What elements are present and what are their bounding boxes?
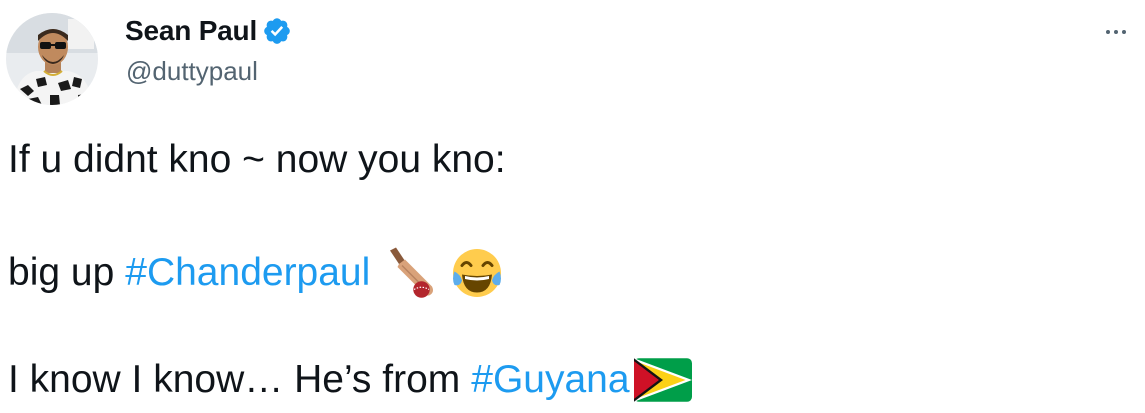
tweet-card: Sean Paul @duttypaul If u didnt kno ~ no… [0,0,1145,413]
tweet-text-line-1: If u didnt kno ~ now you kno: [8,136,506,184]
more-dot-icon [1122,30,1126,34]
more-dot-icon [1106,30,1110,34]
guyana-flag-icon [633,358,692,402]
tweet-text-line-3: I know I know… He’s from #Guyana [8,356,692,404]
hashtag-link[interactable]: #Guyana [471,356,629,404]
tweet-text: If u didnt kno ~ now you kno: [8,138,506,181]
laughing-tears-icon [453,249,502,297]
author-handle[interactable]: @duttypaul [126,56,258,87]
tweet-text: big up [8,251,115,294]
author-display-name[interactable]: Sean Paul [125,15,257,47]
more-dot-icon [1114,30,1118,34]
avatar-image [6,13,98,105]
tweet-text-line-2: big up #Chanderpaul [8,246,504,300]
tweet-text: I know I know… He’s from [8,358,461,401]
verified-badge-icon [264,18,290,44]
author-avatar[interactable] [6,13,98,105]
author-name-row: Sean Paul [125,13,292,49]
cricket-bat-icon [390,247,434,298]
hashtag-link[interactable]: #Chanderpaul [125,249,370,297]
more-options-button[interactable] [1098,18,1134,46]
